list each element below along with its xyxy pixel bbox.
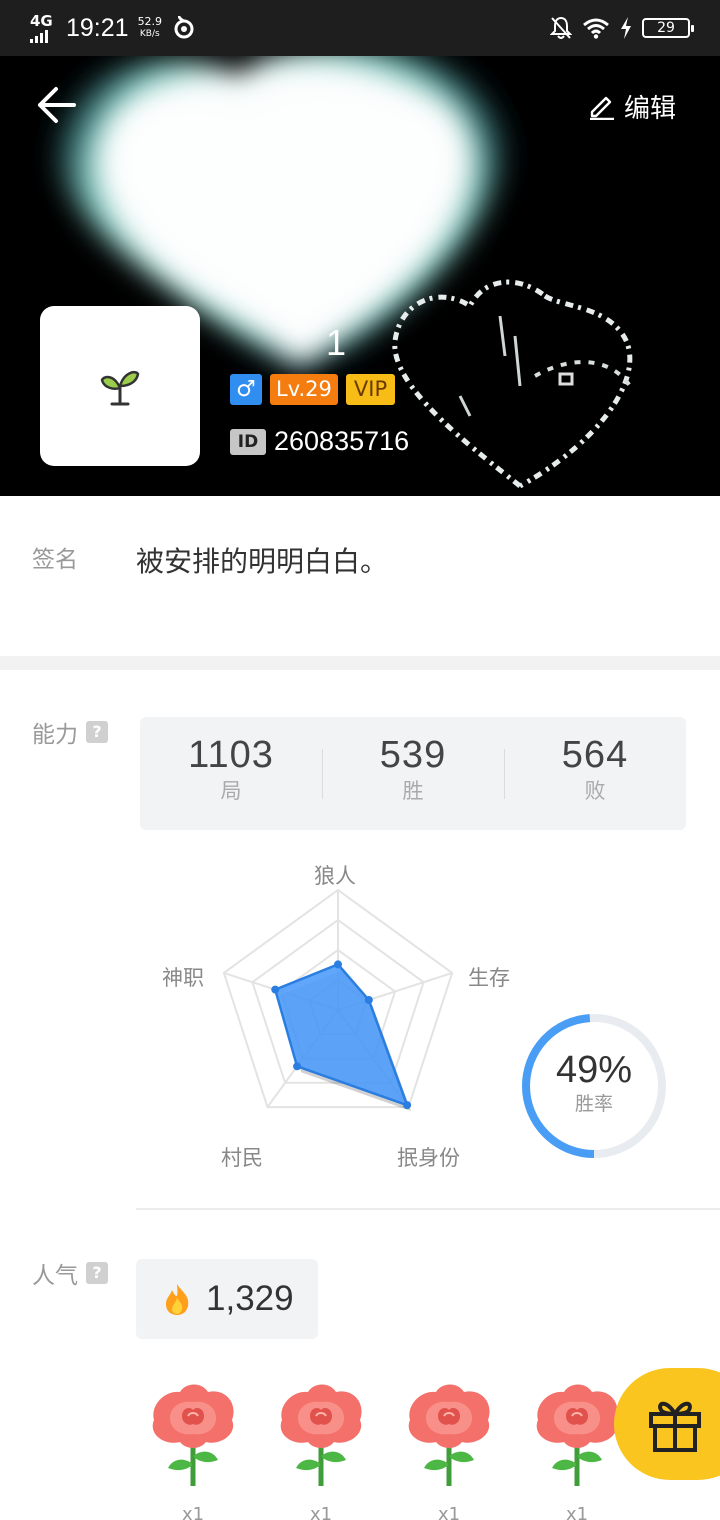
help-icon[interactable]: ? bbox=[86, 1262, 108, 1284]
stat-games: 1103 局 bbox=[188, 734, 274, 803]
rose-icon bbox=[536, 1384, 618, 1486]
pencil-icon bbox=[589, 96, 614, 120]
gift-item[interactable]: x1 bbox=[146, 1380, 240, 1520]
win-rate-text: 49% 胜率 bbox=[518, 1048, 670, 1116]
stats-box: 1103 局 539 胜 564 败 bbox=[140, 717, 686, 830]
help-icon[interactable]: ? bbox=[86, 721, 108, 743]
edit-button[interactable]: 编辑 bbox=[588, 86, 676, 126]
win-rate-value: 49% bbox=[555, 1049, 633, 1091]
radar-point-0 bbox=[334, 960, 342, 969]
wifi-icon bbox=[583, 18, 609, 39]
network-type: 4G bbox=[30, 12, 53, 30]
radar-label-god: 神职 bbox=[162, 966, 204, 990]
popularity-value: 1,329 bbox=[206, 1279, 294, 1318]
divider bbox=[136, 1208, 720, 1210]
rose-icon bbox=[280, 1384, 362, 1486]
radar-point-4 bbox=[271, 985, 280, 994]
radar-point-1 bbox=[364, 995, 373, 1004]
gender-badge: ♂ bbox=[230, 374, 262, 405]
badge-row: ♂ Lv.29 VIP bbox=[230, 374, 396, 405]
network-speed: 52.9 KB/s bbox=[137, 15, 163, 40]
ability-radar-chart: 狼人 生存 抿身份 村民 神职 bbox=[140, 850, 520, 1180]
rose-icon bbox=[408, 1384, 490, 1486]
radar-label-villager: 村民 bbox=[221, 1146, 263, 1170]
radar-point-3 bbox=[293, 1062, 302, 1071]
mute-bell-icon bbox=[550, 16, 572, 39]
profile-header: 编辑 1 ♂ Lv.29 VIP ID 260835716 bbox=[0, 56, 720, 496]
stat-wins: 539 胜 bbox=[322, 717, 504, 830]
avatar[interactable] bbox=[40, 306, 200, 466]
signature-label: 签名 bbox=[32, 547, 78, 573]
charging-icon bbox=[621, 17, 631, 39]
back-arrow-icon[interactable] bbox=[36, 84, 78, 126]
radar-point-2 bbox=[403, 1101, 412, 1110]
rose-icon bbox=[152, 1384, 234, 1486]
win-rate-label: 胜率 bbox=[574, 1093, 613, 1115]
vip-badge: VIP bbox=[345, 374, 396, 405]
swirl-icon bbox=[174, 16, 194, 39]
signature-section: 签名 被安排的明明白白。 bbox=[0, 496, 720, 656]
signature-text: 被安排的明明白白。 bbox=[136, 545, 389, 578]
fire-icon bbox=[166, 1284, 189, 1315]
status-bar: 4G 19:21 52.9 KB/s 29 bbox=[0, 0, 720, 56]
radar-label-survival: 生存 bbox=[468, 966, 510, 990]
battery-icon: 29 bbox=[642, 18, 694, 38]
ability-label: 能力 ? bbox=[32, 715, 108, 749]
gift-list: x1 x1 x1 x1 bbox=[146, 1380, 624, 1520]
user-id-row: ID 260835716 bbox=[230, 426, 409, 457]
gift-item[interactable]: x1 bbox=[402, 1380, 496, 1520]
clock: 19:21 bbox=[66, 13, 129, 42]
section-divider bbox=[0, 656, 720, 670]
radar-label-werewolf: 狼人 bbox=[314, 864, 356, 888]
gift-icon bbox=[649, 1401, 701, 1452]
popularity-box: 1,329 bbox=[136, 1259, 318, 1339]
popularity-label: 人气 ? bbox=[32, 1256, 108, 1290]
gift-item[interactable]: x1 bbox=[274, 1380, 368, 1520]
nickname: 1 bbox=[326, 322, 347, 363]
edit-label: 编辑 bbox=[623, 93, 676, 124]
level-badge: Lv.29 bbox=[270, 374, 338, 405]
gift-item[interactable]: x1 bbox=[530, 1380, 624, 1520]
signal-icon: 4G bbox=[30, 13, 56, 43]
sprout-icon bbox=[100, 370, 140, 406]
user-id: 260835716 bbox=[274, 426, 410, 456]
radar-label-identity: 抿身份 bbox=[397, 1146, 460, 1170]
stat-losses: 564 败 bbox=[504, 717, 686, 830]
send-gift-button[interactable] bbox=[614, 1368, 720, 1480]
id-tag: ID bbox=[230, 428, 266, 455]
